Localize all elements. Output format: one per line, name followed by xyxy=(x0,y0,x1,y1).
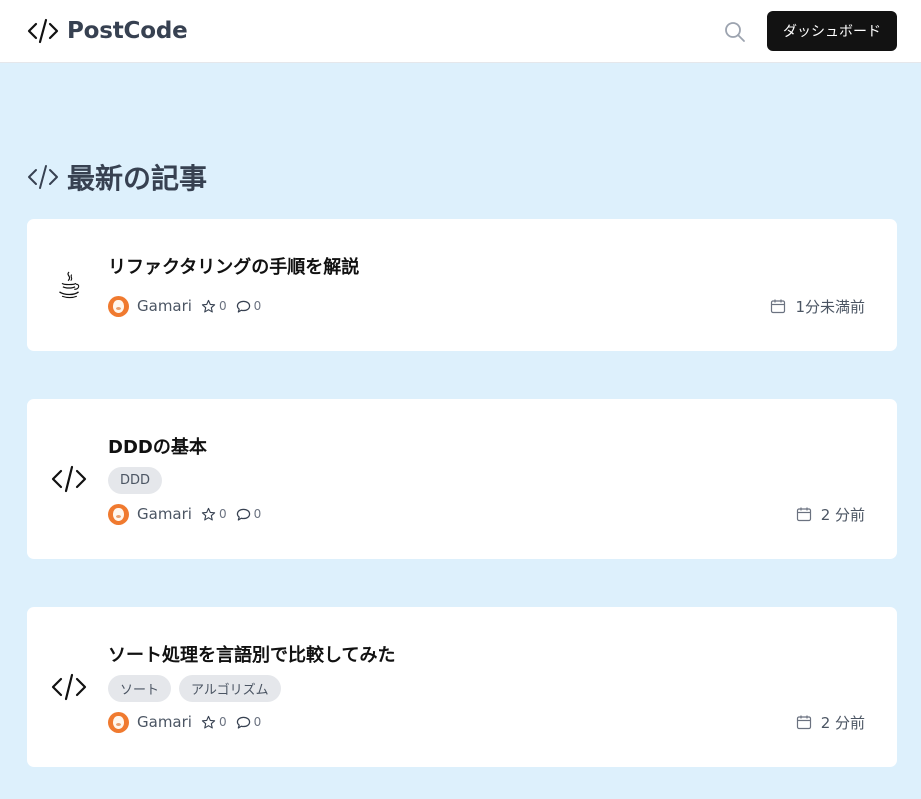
date-text: 1分未満前 xyxy=(795,297,865,316)
comment-count-value: 0 xyxy=(253,507,262,521)
comment-icon xyxy=(236,508,250,521)
page-title: 最新の記事 xyxy=(67,162,208,195)
article-meta: Gamari 0 0 xyxy=(108,295,261,317)
star-count: 0 xyxy=(201,507,227,522)
comment-count: 0 xyxy=(236,507,262,522)
star-icon xyxy=(201,507,216,521)
article-title[interactable]: リファクタリングの手順を解説 xyxy=(108,253,359,279)
post-date: 2 分前 xyxy=(796,503,865,525)
calendar-icon xyxy=(771,299,786,314)
comment-count-value: 0 xyxy=(253,715,262,729)
dashboard-button[interactable]: ダッシュボード xyxy=(767,11,897,51)
comment-count: 0 xyxy=(236,715,262,730)
section-heading: 最新の記事 xyxy=(27,157,207,197)
java-coffee-icon xyxy=(49,265,89,305)
code-icon xyxy=(49,459,89,499)
tag-list: ソート アルゴリズム xyxy=(108,675,281,702)
tag-list: DDD xyxy=(108,467,163,494)
star-count: 0 xyxy=(201,715,227,730)
author-name[interactable]: Gamari xyxy=(137,297,192,315)
star-count-value: 0 xyxy=(218,715,227,729)
article-meta: Gamari 0 0 xyxy=(108,711,261,733)
article-card[interactable]: リファクタリングの手順を解説 Gamari 0 0 1分未満前 xyxy=(27,219,897,351)
code-icon xyxy=(28,165,58,189)
brand-name: PostCode xyxy=(67,18,188,44)
avatar[interactable] xyxy=(108,711,129,733)
article-title[interactable]: DDDの基本 xyxy=(108,433,207,459)
star-icon xyxy=(201,715,216,729)
comment-count-value: 0 xyxy=(253,299,262,313)
comment-icon xyxy=(236,716,250,729)
tag[interactable]: アルゴリズム xyxy=(179,675,281,702)
date-text: 2 分前 xyxy=(820,505,865,524)
star-count-value: 0 xyxy=(218,299,227,313)
site-header: PostCode ダッシュボード xyxy=(0,0,921,63)
code-icon xyxy=(49,667,89,707)
star-count: 0 xyxy=(201,299,227,314)
comment-icon xyxy=(236,300,250,313)
star-icon xyxy=(201,299,216,313)
search-icon xyxy=(725,22,745,42)
article-card[interactable]: ソート処理を言語別で比較してみた ソート アルゴリズム Gamari 0 0 2… xyxy=(27,607,897,767)
code-icon xyxy=(27,18,59,44)
tag[interactable]: DDD xyxy=(108,467,163,494)
date-text: 2 分前 xyxy=(820,713,865,732)
article-title[interactable]: ソート処理を言語別で比較してみた xyxy=(108,641,395,667)
comment-count: 0 xyxy=(236,299,262,314)
post-date: 1分未満前 xyxy=(770,295,865,317)
article-meta: Gamari 0 0 xyxy=(108,503,261,525)
calendar-icon xyxy=(796,715,811,730)
avatar[interactable] xyxy=(108,295,129,317)
author-name[interactable]: Gamari xyxy=(137,713,192,731)
post-date: 2 分前 xyxy=(796,711,865,733)
search-button[interactable] xyxy=(722,19,748,45)
avatar[interactable] xyxy=(108,503,129,525)
brand-logo[interactable]: PostCode xyxy=(27,16,188,46)
article-card[interactable]: DDDの基本 DDD Gamari 0 0 2 分前 xyxy=(27,399,897,559)
star-count-value: 0 xyxy=(218,507,227,521)
calendar-icon xyxy=(796,507,811,522)
author-name[interactable]: Gamari xyxy=(137,505,192,523)
tag[interactable]: ソート xyxy=(108,675,172,702)
